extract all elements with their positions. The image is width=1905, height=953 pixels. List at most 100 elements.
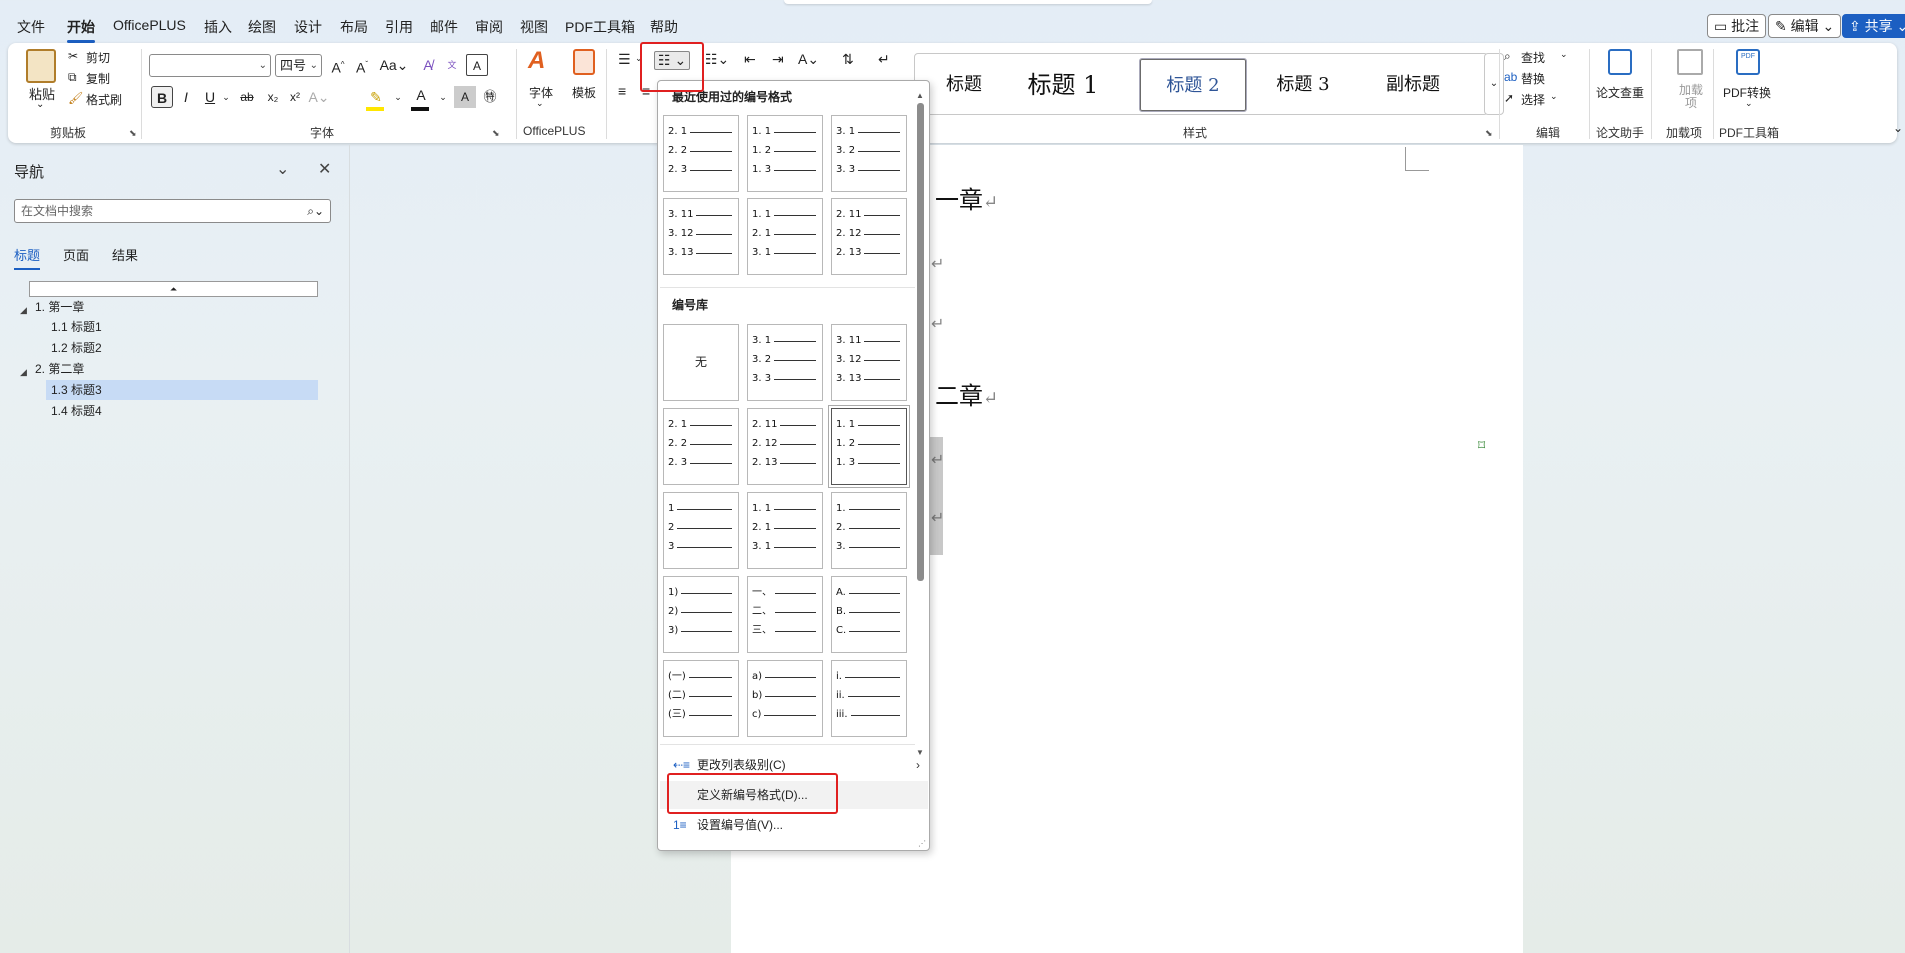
nav-search-input[interactable]: 在文档中搜索 ⌕⌄ <box>14 199 331 223</box>
paste-dropdown-icon[interactable]: ⌄ <box>36 99 44 110</box>
tree-item-chapter2[interactable]: 2. 第二章 <box>35 359 318 379</box>
styles-more-button[interactable]: ⌄ <box>1484 53 1504 115</box>
highlight-icon[interactable]: ✎ <box>365 86 387 108</box>
multilevel-list-icon[interactable]: ☷⌄ <box>705 51 729 68</box>
expand-caret-icon[interactable]: ◢ <box>20 305 27 316</box>
tab-officeplus[interactable]: OfficePLUS <box>113 17 186 33</box>
library-format-tile[interactable]: 2. 11 2. 12 2. 13 <box>747 408 823 485</box>
clipboard-launcher-icon[interactable]: ⬊ <box>129 128 137 139</box>
show-marks-icon[interactable]: ↵ <box>878 51 890 68</box>
tab-view[interactable]: 视图 <box>520 17 548 37</box>
paper-check-button[interactable]: 论文查重 <box>1596 84 1644 101</box>
library-format-tile[interactable]: 2. 1 2. 2 2. 3 <box>663 408 739 485</box>
grow-font-icon[interactable]: A^ <box>327 54 349 76</box>
strikethrough-button[interactable]: ab <box>236 86 258 108</box>
style-title[interactable]: 标题 <box>917 59 1011 111</box>
underline-dropdown-icon[interactable]: ⌄ <box>215 86 237 108</box>
tree-item-heading-selected[interactable]: 1.3 标题3 <box>46 380 318 400</box>
font-color-dropdown-icon[interactable]: ⌄ <box>432 86 454 108</box>
style-heading3[interactable]: 标题 3 <box>1251 59 1355 111</box>
enclose-char-icon[interactable]: ㊕ <box>479 86 501 108</box>
library-none-tile[interactable]: 无 <box>663 324 739 401</box>
recent-format-tile[interactable]: 3. 1 3. 2 3. 3 <box>831 115 907 192</box>
addins-button[interactable]: 加载项 <box>1678 84 1704 110</box>
library-format-tile[interactable]: 1) 2) 3) <box>663 576 739 653</box>
tab-mailings[interactable]: 邮件 <box>430 17 458 37</box>
text-effects-icon[interactable]: A⌄ <box>308 86 330 108</box>
style-heading2[interactable]: 标题 2 <box>1139 58 1247 112</box>
officeplus-template-button[interactable]: 模板 <box>572 84 596 101</box>
tree-item-heading[interactable]: 1.4 标题4 <box>51 401 318 421</box>
recent-format-tile[interactable]: 2. 1 2. 2 2. 3 <box>663 115 739 192</box>
expand-caret-icon[interactable]: ◢ <box>20 367 27 378</box>
library-format-tile[interactable]: 1. 1 2. 1 3. 1 <box>747 492 823 569</box>
change-case-icon[interactable]: Aa⌄ <box>379 54 409 76</box>
doc-heading-chapter2[interactable]: 二章↵ <box>935 376 998 411</box>
replace-button[interactable]: 替换 <box>1521 70 1545 87</box>
style-heading1[interactable]: 标题 1 <box>1013 59 1113 111</box>
font-size-combo[interactable]: 四号 ⌄ <box>275 54 322 77</box>
tree-item-heading[interactable]: 1.2 标题2 <box>51 338 318 358</box>
ribbon-collapse-icon[interactable]: ⌄ <box>1893 121 1903 135</box>
font-color-icon[interactable]: A <box>410 84 432 106</box>
highlight-dropdown-icon[interactable]: ⌄ <box>387 86 409 108</box>
tree-item-heading[interactable]: 1.1 标题1 <box>51 317 318 337</box>
char-border-icon[interactable]: A <box>466 54 488 76</box>
clear-format-icon[interactable]: A̸ <box>417 54 439 76</box>
nav-options-icon[interactable]: ⌄ <box>276 159 289 179</box>
comment-marker-icon[interactable]: ⌑ <box>1478 437 1485 454</box>
bullets-icon[interactable]: ☰ <box>618 51 631 68</box>
recent-format-tile[interactable]: 1. 1 1. 2 1. 3 <box>747 115 823 192</box>
font-launcher-icon[interactable]: ⬊ <box>492 128 500 139</box>
style-subtitle[interactable]: 副标题 <box>1360 59 1466 111</box>
tab-references[interactable]: 引用 <box>385 17 413 37</box>
library-format-tile[interactable]: 1. 2. 3. <box>831 492 907 569</box>
scroll-up-icon[interactable]: ▲ <box>916 91 924 100</box>
collapse-all-bar[interactable]: ⏶ <box>29 281 318 297</box>
scrollbar-thumb[interactable] <box>917 103 924 581</box>
edit-mode-button[interactable]: ✎ 编辑 ⌄ <box>1768 14 1842 38</box>
decrease-indent-icon[interactable]: ⇤ <box>744 51 756 68</box>
nav-tab-results[interactable]: 结果 <box>112 245 138 264</box>
library-format-tile[interactable]: 3. 11 3. 12 3. 13 <box>831 324 907 401</box>
library-format-tile[interactable]: 1 2 3 <box>663 492 739 569</box>
share-button[interactable]: ⇪ 共享 ⌄ <box>1842 14 1905 38</box>
bold-button[interactable]: B <box>151 86 173 108</box>
subscript-button[interactable]: x₂ <box>262 86 284 108</box>
recent-format-tile[interactable]: 1. 1 2. 1 3. 1 <box>747 198 823 275</box>
tab-pdf-toolbox[interactable]: PDF工具箱 <box>565 17 635 37</box>
tab-layout[interactable]: 布局 <box>340 17 368 37</box>
increase-indent-icon[interactable]: ⇥ <box>772 51 784 68</box>
cut-button[interactable]: 剪切 <box>86 49 110 66</box>
tab-design[interactable]: 设计 <box>294 17 322 37</box>
comment-button[interactable]: ▭ 批注 <box>1707 14 1767 38</box>
close-icon[interactable]: ✕ <box>318 159 331 179</box>
chevron-down-icon[interactable]: ⌄ <box>1560 49 1568 60</box>
tab-insert[interactable]: 插入 <box>204 17 232 37</box>
tree-item-chapter1[interactable]: 1. 第一章 <box>35 297 318 317</box>
tab-draw[interactable]: 绘图 <box>248 17 276 37</box>
library-format-tile[interactable]: a) b) c) <box>747 660 823 737</box>
library-format-tile[interactable]: 1. 1 1. 2 1. 3 <box>828 405 910 488</box>
library-format-tile[interactable]: 一、 二、 三、 <box>747 576 823 653</box>
shrink-font-icon[interactable]: Aˇ <box>351 54 373 76</box>
italic-button[interactable]: I <box>175 86 197 108</box>
chevron-down-icon[interactable]: ⌄ <box>1550 91 1558 102</box>
resize-grip-icon[interactable]: ⋰ <box>918 839 926 848</box>
asian-layout-icon[interactable]: A⌄ <box>798 51 819 68</box>
sort-icon[interactable]: ⇅ <box>842 51 854 68</box>
search-icon[interactable]: ⌕⌄ <box>307 200 324 222</box>
tab-home[interactable]: 开始 <box>67 17 95 43</box>
library-format-tile[interactable]: i. ii. iii. <box>831 660 907 737</box>
align-left-icon[interactable]: ≡ <box>618 83 626 99</box>
recent-format-tile[interactable]: 2. 11 2. 12 2. 13 <box>831 198 907 275</box>
styles-launcher-icon[interactable]: ⬊ <box>1485 128 1493 139</box>
tab-review[interactable]: 审阅 <box>475 17 503 37</box>
set-numbering-value-item[interactable]: 1≡ 设置编号值(V)... <box>660 811 928 839</box>
find-button[interactable]: 查找 <box>1521 49 1545 66</box>
format-painter-button[interactable]: 格式刷 <box>86 91 122 108</box>
font-name-combo[interactable]: ⌄ <box>149 54 271 77</box>
library-format-tile[interactable]: 3. 1 3. 2 3. 3 <box>747 324 823 401</box>
tab-file[interactable]: 文件 <box>17 17 45 37</box>
library-format-tile[interactable]: A. B. C. <box>831 576 907 653</box>
